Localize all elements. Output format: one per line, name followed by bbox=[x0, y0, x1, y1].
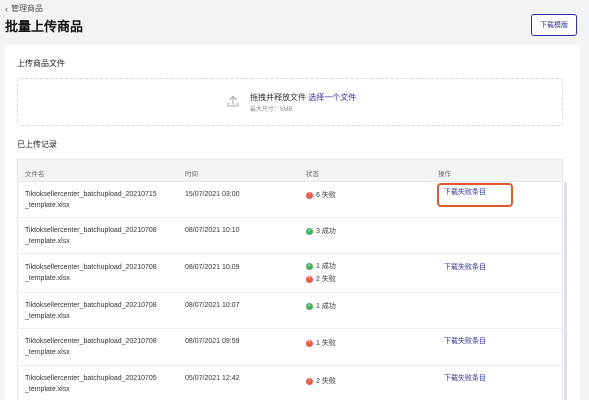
upload-icon bbox=[227, 95, 239, 107]
column-header-time: 时间 bbox=[185, 171, 198, 178]
status-cell: ! 2 失败 bbox=[306, 375, 336, 388]
download-template-button[interactable]: 下载模版 bbox=[531, 14, 577, 36]
table-scrollbar[interactable] bbox=[564, 182, 567, 400]
select-file-link[interactable]: 选择一个文件 bbox=[308, 93, 356, 102]
status-cell: ! 1 失败 bbox=[306, 337, 336, 350]
status-success: ✓ 1 成功 bbox=[306, 260, 336, 273]
file-name: Tiktoksellercenter_batchupload_20210708 … bbox=[25, 300, 185, 322]
drop-instructions: 拖拽并释放文件 选择一个文件 bbox=[250, 92, 356, 103]
page-title: 批量上传商品 bbox=[5, 19, 84, 34]
upload-records-table: 文件名 时间 状态 操作 Tiktoksellercenter_batchupl… bbox=[17, 159, 567, 400]
records-section-title: 已上传记录 bbox=[17, 140, 57, 149]
status-cell: ✓ 1 成功 bbox=[306, 300, 336, 313]
success-icon: ✓ bbox=[306, 303, 313, 310]
main-card: 上传商品文件 拖拽并释放文件 选择一个文件 最大尺寸：5MB 已上传记录 文件名… bbox=[5, 45, 580, 400]
file-name: Tiktoksellercenter_batchupload_20210705 … bbox=[25, 373, 185, 395]
error-icon: ! bbox=[306, 276, 313, 283]
upload-time: 08/07/2021 10:09 bbox=[185, 264, 240, 271]
upload-time: 08/07/2021 10:10 bbox=[185, 227, 240, 234]
column-header-action: 操作 bbox=[438, 171, 451, 178]
file-name-line2: _template.xlsx bbox=[25, 313, 70, 320]
download-failed-items-link[interactable]: 下载失败条目 bbox=[444, 336, 486, 347]
status-cell: ✓ 3 成功 bbox=[306, 225, 336, 238]
upload-time: 15/07/2021 03:00 bbox=[185, 191, 240, 198]
upload-time: 08/07/2021 10:07 bbox=[185, 302, 240, 309]
status-fail: ! 2 失败 bbox=[306, 375, 336, 388]
status-text: 1 成功 bbox=[316, 303, 336, 310]
status-fail: ! 1 失败 bbox=[306, 337, 336, 350]
top-bar: ‹ 管理商品 批量上传商品 下载模版 bbox=[0, 0, 589, 44]
upload-time: 08/07/2021 09:59 bbox=[185, 338, 240, 345]
file-name-line2: _template.xlsx bbox=[25, 386, 70, 393]
file-name: Tiktoksellercenter_batchupload_20210708 … bbox=[25, 336, 185, 358]
file-name-line1: Tiktoksellercenter_batchupload_20210708 bbox=[25, 264, 157, 271]
table-row: Tiktoksellercenter_batchupload_20210715 … bbox=[18, 182, 562, 218]
error-icon: ! bbox=[306, 340, 313, 347]
file-name-line1: Tiktoksellercenter_batchupload_20210708 bbox=[25, 338, 157, 345]
file-name-line2: _template.xlsx bbox=[25, 275, 70, 282]
drop-text: 拖拽并释放文件 bbox=[250, 93, 306, 102]
status-text: 1 成功 bbox=[316, 263, 336, 270]
file-name-line2: _template.xlsx bbox=[25, 238, 70, 245]
table-row: Tiktoksellercenter_batchupload_20210705 … bbox=[18, 366, 562, 400]
file-name: Tiktoksellercenter_batchupload_20210708 … bbox=[25, 225, 185, 247]
download-failed-items-link[interactable]: 下载失败条目 bbox=[444, 373, 486, 384]
status-fail: ! 2 失败 bbox=[306, 273, 336, 286]
status-cell: ! 6 失败 bbox=[306, 189, 336, 202]
status-success: ✓ 1 成功 bbox=[306, 300, 336, 313]
upload-time: 05/07/2021 12:42 bbox=[185, 375, 240, 382]
status-text: 3 成功 bbox=[316, 228, 336, 235]
file-name-line1: Tiktoksellercenter_batchupload_20210708 bbox=[25, 227, 157, 234]
max-size-hint: 最大尺寸：5MB bbox=[250, 107, 293, 113]
table-row: Tiktoksellercenter_batchupload_20210708 … bbox=[18, 329, 562, 366]
back-label: 管理商品 bbox=[11, 4, 43, 13]
status-success: ✓ 3 成功 bbox=[306, 225, 336, 238]
status-text: 2 失败 bbox=[316, 276, 336, 283]
status-fail: ! 6 失败 bbox=[306, 189, 336, 202]
column-header-filename: 文件名 bbox=[25, 171, 45, 178]
file-name-line1: Tiktoksellercenter_batchupload_20210705 bbox=[25, 375, 157, 382]
status-cell: ✓ 1 成功 ! 2 失败 bbox=[306, 260, 336, 286]
file-name-line1: Tiktoksellercenter_batchupload_20210708 bbox=[25, 302, 157, 309]
file-name: Tiktoksellercenter_batchupload_20210715 … bbox=[25, 189, 185, 211]
chevron-left-icon: ‹ bbox=[5, 3, 8, 14]
status-text: 2 失败 bbox=[316, 378, 336, 385]
file-drop-zone[interactable]: 拖拽并释放文件 选择一个文件 最大尺寸：5MB bbox=[17, 78, 563, 126]
table-header: 文件名 时间 状态 操作 bbox=[18, 160, 562, 182]
upload-section-title: 上传商品文件 bbox=[17, 59, 65, 68]
error-icon: ! bbox=[306, 378, 313, 385]
highlight-box bbox=[437, 183, 513, 207]
table-row: Tiktoksellercenter_batchupload_20210708 … bbox=[18, 218, 562, 254]
success-icon: ✓ bbox=[306, 263, 313, 270]
status-text: 1 失败 bbox=[316, 340, 336, 347]
table-row: Tiktoksellercenter_batchupload_20210708 … bbox=[18, 293, 562, 329]
status-text: 6 失败 bbox=[316, 192, 336, 199]
success-icon: ✓ bbox=[306, 228, 313, 235]
file-name: Tiktoksellercenter_batchupload_20210708 … bbox=[25, 262, 185, 284]
file-name-line1: Tiktoksellercenter_batchupload_20210715 bbox=[25, 191, 157, 198]
download-failed-items-link[interactable]: 下载失败条目 bbox=[444, 262, 486, 273]
error-icon: ! bbox=[306, 192, 313, 199]
file-name-line2: _template.xlsx bbox=[25, 349, 70, 356]
table-row: Tiktoksellercenter_batchupload_20210708 … bbox=[18, 254, 562, 293]
file-name-line2: _template.xlsx bbox=[25, 202, 70, 209]
column-header-status: 状态 bbox=[306, 171, 319, 178]
back-link[interactable]: ‹ 管理商品 bbox=[5, 3, 43, 14]
